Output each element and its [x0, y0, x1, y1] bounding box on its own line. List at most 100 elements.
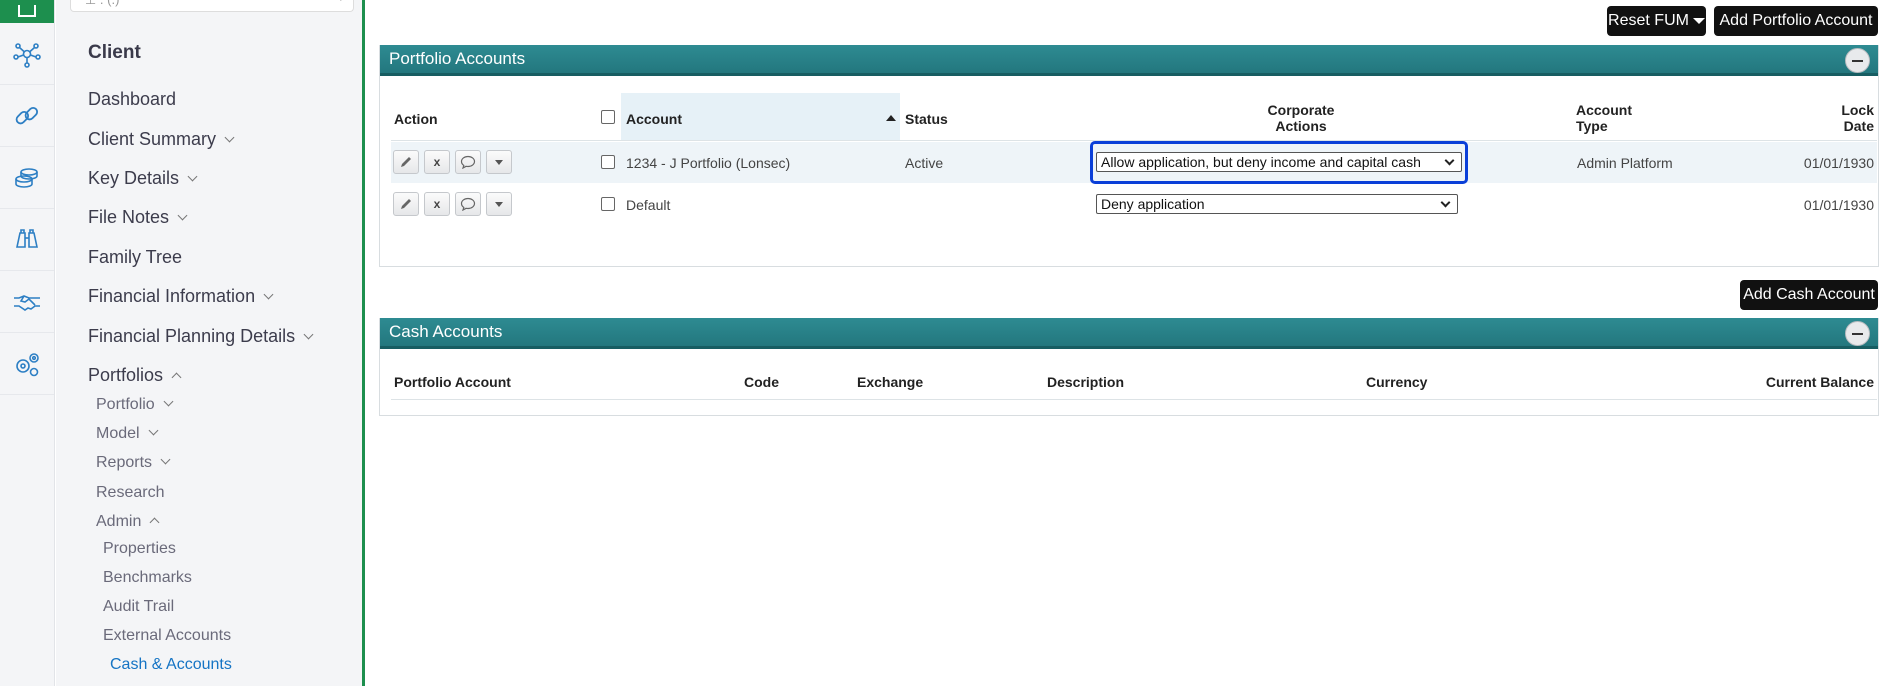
sidebar-title: Client [88, 42, 141, 63]
rail-binoculars[interactable] [0, 209, 54, 271]
pencil-icon [401, 199, 411, 209]
sidebar-search-input[interactable]: ⊥ . (.) ⌕ [70, 0, 354, 12]
rail-handshake[interactable] [0, 271, 54, 333]
nav-portfolio[interactable]: Portfolio [96, 396, 174, 414]
status-cell: Active [905, 155, 944, 171]
col-lock-date[interactable]: Lock Date [1816, 102, 1874, 134]
lock-date-cell: 01/01/1930 [1803, 197, 1874, 213]
nav-research-label: Research [96, 484, 165, 501]
delete-button[interactable]: x [424, 192, 450, 216]
nav-financial-information-label: Financial Information [88, 286, 256, 306]
account-cell: 1234 - J Portfolio (Lonsec) [626, 155, 791, 171]
chevron-down-icon [263, 289, 274, 300]
collapse-cash-accounts-button[interactable] [1845, 321, 1870, 346]
nav-external-accounts[interactable]: External Accounts [103, 627, 231, 645]
gears-icon [16, 352, 39, 376]
link-icon [15, 106, 39, 124]
col-exchange[interactable]: Exchange [857, 374, 923, 390]
nav-admin[interactable]: Admin [96, 513, 160, 531]
nav-file-notes-label: File Notes [88, 207, 170, 227]
menu-icon[interactable] [0, 0, 54, 23]
chevron-down-icon [303, 329, 314, 340]
table-row[interactable]: x 1234 - J Portfolio (Lonsec) Active All… [391, 141, 1877, 184]
caret-down-icon [495, 159, 503, 165]
pencil-icon [401, 157, 411, 167]
nav-portfolios-label: Portfolios [88, 365, 164, 385]
row-checkbox[interactable] [601, 155, 615, 169]
col-lock-date-line2: Date [1843, 118, 1874, 134]
col-corporate-actions[interactable]: Corporate Actions [1241, 102, 1361, 134]
nav-family-tree[interactable]: Family Tree [88, 247, 182, 268]
col-account[interactable]: Account [626, 111, 682, 127]
comment-icon [460, 155, 476, 169]
nav-properties[interactable]: Properties [103, 540, 176, 558]
nav-client-summary[interactable]: Client Summary [88, 129, 235, 150]
collapse-portfolio-accounts-button[interactable] [1845, 48, 1870, 73]
col-description[interactable]: Description [1047, 374, 1124, 390]
add-portfolio-account-button[interactable]: Add Portfolio Account [1714, 6, 1878, 36]
nav-model-label: Model [96, 425, 140, 442]
corporate-actions-value: Allow application, but deny income and c… [1101, 154, 1421, 170]
rail-coins[interactable] [0, 147, 54, 209]
edit-button[interactable] [393, 192, 419, 216]
corporate-actions-value: Deny application [1101, 196, 1205, 212]
minus-icon [1852, 59, 1863, 62]
network-icon [13, 42, 41, 68]
minus-icon [1852, 332, 1863, 335]
select-all-checkbox[interactable] [601, 110, 615, 124]
col-status[interactable]: Status [905, 111, 948, 127]
nav-financial-planning-details[interactable]: Financial Planning Details [88, 326, 314, 347]
nav-model[interactable]: Model [96, 425, 159, 443]
nav-key-details-label: Key Details [88, 168, 180, 188]
comment-button[interactable] [455, 192, 481, 216]
handshake-icon [14, 294, 40, 311]
nav-portfolio-label: Portfolio [96, 396, 155, 413]
chevron-down-icon [148, 425, 159, 436]
lock-date-cell: 01/01/1930 [1803, 155, 1874, 171]
col-portfolio-account[interactable]: Portfolio Account [394, 374, 511, 390]
chevron-down-icon [224, 132, 235, 143]
col-code[interactable]: Code [744, 374, 779, 390]
rail-settings[interactable] [0, 333, 54, 395]
corporate-actions-select[interactable]: Allow application, but deny income and c… [1096, 152, 1462, 172]
nav-cash-accounts[interactable]: Cash & Accounts [110, 656, 232, 674]
col-corporate-actions-line2: Actions [1275, 118, 1327, 134]
nav-benchmarks[interactable]: Benchmarks [103, 569, 192, 587]
add-cash-account-button[interactable]: Add Cash Account [1740, 280, 1878, 310]
chevron-up-icon [171, 372, 182, 383]
chevron-down-icon [1444, 155, 1455, 166]
reset-fum-button[interactable]: Reset FUM [1607, 6, 1706, 36]
table-row[interactable]: x Default Deny application 01/01/1930 [391, 184, 1877, 225]
account-cell: Default [626, 197, 671, 213]
binoculars-icon [16, 228, 38, 248]
cash-accounts-table-header: Portfolio Account Code Exchange Descript… [391, 364, 1877, 400]
delete-button[interactable]: x [424, 150, 450, 174]
nav-financial-information[interactable]: Financial Information [88, 286, 274, 307]
col-corporate-actions-line1: Corporate [1267, 102, 1335, 118]
nav-dashboard[interactable]: Dashboard [88, 89, 176, 110]
rail-link[interactable] [0, 85, 54, 147]
nav-research[interactable]: Research [96, 484, 164, 502]
nav-audit-trail[interactable]: Audit Trail [103, 598, 174, 616]
nav-file-notes[interactable]: File Notes [88, 207, 188, 228]
nav-reports[interactable]: Reports [96, 454, 171, 472]
col-action: Action [394, 111, 438, 127]
sort-asc-icon[interactable] [886, 115, 896, 121]
cash-accounts-panel: Cash Accounts Portfolio Account Code Exc… [379, 318, 1879, 416]
col-account-type[interactable]: Account Type [1576, 102, 1632, 134]
more-actions-button[interactable] [486, 150, 512, 174]
corporate-actions-select[interactable]: Deny application [1096, 194, 1458, 214]
chevron-up-icon [149, 517, 160, 528]
comment-button[interactable] [455, 150, 481, 174]
nav-key-details[interactable]: Key Details [88, 168, 198, 189]
col-current-balance[interactable]: Current Balance [1731, 374, 1874, 390]
sidebar-divider [362, 0, 365, 686]
more-actions-button[interactable] [486, 192, 512, 216]
rail-network[interactable] [0, 23, 54, 85]
edit-button[interactable] [393, 150, 419, 174]
portfolio-accounts-panel: Portfolio Accounts Action Account Status… [379, 45, 1879, 267]
nav-portfolios[interactable]: Portfolios [88, 365, 182, 386]
col-currency[interactable]: Currency [1366, 374, 1427, 390]
search-icon[interactable]: ⌕ [340, 0, 347, 5]
row-checkbox[interactable] [601, 197, 615, 211]
